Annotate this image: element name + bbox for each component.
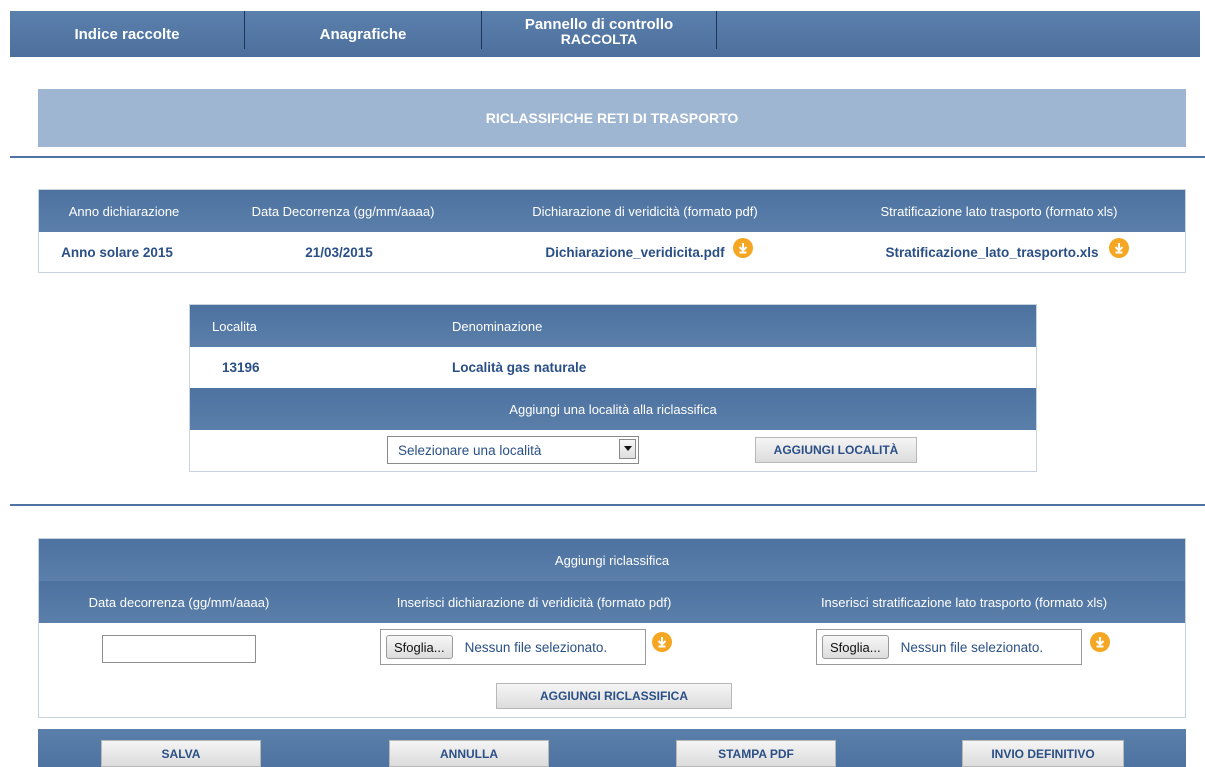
localita-select[interactable]: Selezionare una località [387,436,639,464]
xls-file-cell: Stratificazione_lato_trasporto.xls [857,232,1157,272]
header-localita: Localita [212,318,257,334]
add-riclassifica-header: Aggiungi riclassifica [39,539,1185,581]
localita-code: 13196 [222,359,260,375]
salva-button[interactable]: SALVA [101,740,261,767]
pdf-file-cell: Dichiarazione_veridicita.pdf [499,232,799,272]
header-stratificazione-xls: Stratificazione lato trasporto (formato … [880,203,1118,219]
browse-pdf-button[interactable]: Sfoglia... [386,635,453,659]
annulla-button[interactable]: ANNULLA [389,740,549,767]
declaration-table-header: Anno dichiarazione Data Decorrenza (gg/m… [39,190,1185,232]
anno-value: Anno solare 2015 [61,244,173,260]
nav-pannello-label-line2: RACCOLTA [560,31,638,47]
add-localita-title: Aggiungi una località alla riclassifica [509,401,717,417]
xls-no-file-text: Nessun file selezionato. [900,639,1044,655]
add-riclassifica-button[interactable]: AGGIUNGI RICLASSIFICA [496,683,732,709]
localita-table: Localita Denominazione 13196 Località ga… [189,304,1037,472]
nav-pannello-controllo[interactable]: Pannello di controllo RACCOLTA [482,11,716,57]
download-icon[interactable] [652,632,672,652]
footer-action-bar: SALVA ANNULLA STAMPA PDF INVIO DEFINITIV… [38,729,1186,767]
page-title: RICLASSIFICHE RETI DI TRASPORTO [485,110,739,126]
nav-separator [716,11,717,49]
localita-denominazione: Località gas naturale [452,359,587,375]
nav-pannello-label-line1: Pannello di controllo [524,16,674,33]
xls-file-link[interactable]: Stratificazione_lato_trasporto.xls [885,245,1098,260]
localita-table-header: Localita Denominazione [190,305,1036,347]
nav-anagrafiche[interactable]: Anagrafiche [245,11,481,57]
browse-xls-button[interactable]: Sfoglia... [822,635,889,659]
header-denominazione: Denominazione [452,318,543,334]
header-data-decorrenza: Data decorrenza (gg/mm/aaaa) [88,594,270,610]
download-icon[interactable] [732,238,753,258]
xls-file-input[interactable]: Sfoglia... Nessun file selezionato. [816,629,1082,665]
add-riclassifica-title: Aggiungi riclassifica [554,552,670,568]
add-riclassifica-section: Aggiungi riclassifica Data decorrenza (g… [38,538,1186,718]
pdf-no-file-text: Nessun file selezionato. [464,639,608,655]
download-icon[interactable] [1108,238,1129,258]
header-anno-dichiarazione: Anno dichiarazione [68,203,180,219]
localita-select-value: Selezionare una località [398,442,542,458]
add-riclassifica-columns: Data decorrenza (gg/mm/aaaa) Inserisci d… [39,581,1185,623]
nav-indice-raccolte-label: Indice raccolte [74,25,180,43]
add-localita-header: Aggiungi una località alla riclassifica [190,388,1036,430]
divider [10,156,1205,158]
header-inserisci-pdf: Inserisci dichiarazione di veridicità (f… [396,594,672,610]
header-inserisci-xls: Inserisci stratificazione lato trasporto… [820,594,1108,610]
nav-anagrafiche-label: Anagrafiche [319,25,407,43]
pdf-file-input[interactable]: Sfoglia... Nessun file selezionato. [380,629,646,665]
nav-indice-raccolte[interactable]: Indice raccolte [10,11,244,57]
download-icon[interactable] [1090,632,1110,652]
top-navigation: Indice raccolte Anagrafiche Pannello di … [10,11,1200,57]
chevron-down-icon[interactable] [619,439,636,459]
declaration-table: Anno dichiarazione Data Decorrenza (gg/m… [38,189,1186,273]
divider [10,504,1205,506]
header-dichiarazione-pdf: Dichiarazione di veridicità (formato pdf… [532,203,758,219]
add-localita-button[interactable]: AGGIUNGI LOCALITÀ [755,437,917,463]
stampa-pdf-button[interactable]: STAMPA PDF [676,740,836,767]
header-data-decorrenza: Data Decorrenza (gg/mm/aaaa) [251,203,435,219]
pdf-file-link[interactable]: Dichiarazione_veridicita.pdf [545,245,724,260]
data-decorrenza-input[interactable] [102,635,256,663]
invio-definitivo-button[interactable]: INVIO DEFINITIVO [962,740,1124,767]
data-decorrenza-value: 21/03/2015 [305,244,373,260]
page-title-banner: RICLASSIFICHE RETI DI TRASPORTO [38,89,1186,147]
